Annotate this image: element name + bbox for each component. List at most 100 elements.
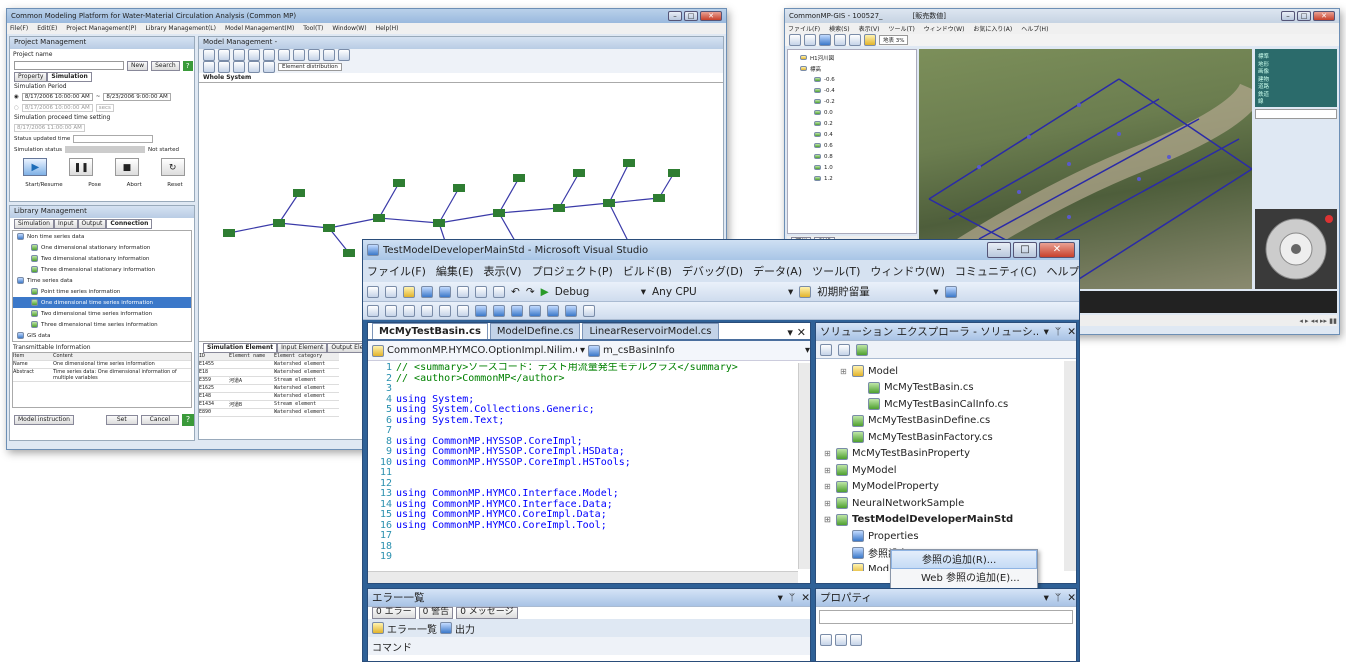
expand-icon[interactable]: ⊞ <box>824 499 832 508</box>
menu-item[interactable]: Library Management(L) <box>146 25 216 32</box>
menu-item[interactable]: データ(A) <box>753 263 802 279</box>
solution-item[interactable]: McMyTestBasinCalInfo.cs <box>816 396 1064 413</box>
maximize-button[interactable]: □ <box>684 11 698 21</box>
pin-icon[interactable]: ᛘ <box>1055 326 1061 338</box>
layer-item[interactable]: -0.6 <box>796 74 908 85</box>
undo-icon[interactable]: ↶ <box>511 286 520 298</box>
search-button[interactable]: Search <box>151 60 180 71</box>
model-element-node[interactable] <box>343 249 355 257</box>
layer-toggle[interactable]: 線 <box>1258 97 1334 105</box>
menu-item[interactable]: File(F) <box>10 25 28 32</box>
minimize-button[interactable]: – <box>668 11 682 21</box>
menu-item[interactable]: 検索(S) <box>829 24 850 33</box>
refresh-icon[interactable] <box>856 343 868 356</box>
tree-item[interactable]: GIS data <box>13 330 191 341</box>
model-element-node[interactable] <box>223 229 235 237</box>
model-element-node[interactable] <box>513 174 525 182</box>
project-name-select[interactable] <box>14 61 124 70</box>
menu-item[interactable]: ツール(T) <box>812 263 860 279</box>
show-all-files-icon[interactable] <box>838 343 850 356</box>
dropdown-icon[interactable]: ▾ <box>1044 592 1049 604</box>
properties-icon[interactable] <box>820 343 832 356</box>
model-element-node[interactable] <box>323 224 335 232</box>
solution-item[interactable]: Properties <box>816 528 1064 545</box>
menu-item[interactable]: ツール(T) <box>888 24 914 33</box>
menu-item[interactable]: ファイル(F) <box>788 24 820 33</box>
layer-item[interactable]: 0.8 <box>796 151 908 162</box>
vertical-scrollbar[interactable] <box>798 363 810 569</box>
menu-item[interactable]: Tool(T) <box>303 25 323 32</box>
tab-simulation[interactable]: Simulation <box>47 71 92 82</box>
menu-item[interactable]: デバッグ(D) <box>682 263 743 279</box>
model-element-node[interactable] <box>393 179 405 187</box>
layer-item[interactable]: 0.0 <box>796 107 908 118</box>
platform-select[interactable]: Any CPU <box>652 286 782 298</box>
start-resume-button[interactable]: ▶ <box>23 158 48 176</box>
chevron-down-icon[interactable]: ▾ <box>805 345 810 356</box>
layer-item[interactable]: 0.4 <box>796 129 908 140</box>
expand-icon[interactable]: ⊞ <box>824 482 832 491</box>
cancel-button[interactable]: Cancel <box>140 414 179 425</box>
unit-select[interactable]: secs <box>95 103 114 112</box>
chevron-down-icon[interactable]: ▾ <box>641 286 646 298</box>
tree-item[interactable]: Time series data <box>13 275 191 286</box>
menu-item[interactable]: ウィンドウ(W) <box>924 24 965 33</box>
pause-button[interactable]: ❚❚ <box>69 158 94 176</box>
redo-icon[interactable]: ↷ <box>526 286 535 298</box>
document-tab[interactable]: ModelDefine.cs <box>489 323 581 339</box>
gis-navigation-control[interactable] <box>1255 209 1337 289</box>
menu-item[interactable]: 編集(E) <box>436 263 474 279</box>
abort-button[interactable]: ■ <box>114 158 139 176</box>
chevron-down-icon[interactable]: ▾ <box>788 286 793 298</box>
document-tab[interactable]: McMyTestBasin.cs <box>372 323 488 339</box>
library-tab[interactable]: Output <box>77 218 107 229</box>
model-element-node[interactable] <box>493 209 505 217</box>
model-element-node[interactable] <box>273 219 285 227</box>
menu-item[interactable]: Window(W) <box>332 25 366 32</box>
second-date-field[interactable]: 8/17/2006 10:00:00 AM <box>21 103 93 112</box>
close-button[interactable]: ✕ <box>1313 11 1335 21</box>
model-element-node[interactable] <box>373 214 385 222</box>
solution-item[interactable]: ⊞ NeuralNetworkSample <box>816 495 1064 512</box>
tool-window-tab[interactable]: エラー一覧 <box>387 621 437 636</box>
properties-object-select[interactable] <box>819 610 1073 624</box>
table-row[interactable]: E1455 Watershed element <box>199 361 339 369</box>
solution-item[interactable]: ⊞ MyModelProperty <box>816 479 1064 496</box>
tree-item[interactable]: Three dimensional time series informatio… <box>13 319 191 330</box>
find-in-files-icon[interactable] <box>944 285 957 298</box>
tree-item[interactable]: Two dimensional time series information <box>13 308 191 319</box>
help-icon[interactable]: ? <box>182 413 194 426</box>
member-navigator[interactable]: m_csBasinInfo <box>603 345 802 356</box>
tree-item[interactable]: Non time series data <box>13 231 191 242</box>
table-row[interactable]: E148 Watershed element <box>199 393 339 401</box>
menu-item[interactable]: ファイル(F) <box>367 263 426 279</box>
chevron-down-icon[interactable]: ▾ <box>933 286 938 298</box>
tool-window-tab[interactable]: 出力 <box>455 621 475 636</box>
model-element-node[interactable] <box>653 194 665 202</box>
minimize-button[interactable]: – <box>1281 11 1295 21</box>
model-element-node[interactable] <box>553 204 565 212</box>
menu-item[interactable]: プロジェクト(P) <box>532 263 613 279</box>
library-tab[interactable]: Input <box>53 218 78 229</box>
layer-item[interactable]: 1.0 <box>796 162 908 173</box>
model-element-node[interactable] <box>573 169 585 177</box>
layer-select[interactable]: 地表 3% <box>879 35 909 45</box>
add-item-icon[interactable] <box>385 285 397 298</box>
layer-item[interactable]: -0.4 <box>796 85 908 96</box>
close-icon[interactable]: ✕ <box>1067 326 1076 338</box>
alphabetical-icon[interactable] <box>835 633 847 646</box>
help-icon[interactable]: ? <box>182 60 193 71</box>
tree-item[interactable]: Point time series information <box>13 286 191 297</box>
model-instruction-button[interactable]: Model instruction <box>14 414 74 425</box>
minimize-button[interactable]: – <box>987 242 1011 258</box>
model-element-node[interactable] <box>453 184 465 192</box>
layer-toggle[interactable]: 画像 <box>1258 67 1334 75</box>
menu-item[interactable]: お気に入り(A) <box>973 24 1012 33</box>
layer-toggle[interactable]: 地形 <box>1258 60 1334 68</box>
tab-whole-system[interactable]: Whole System <box>199 73 723 83</box>
layer-toggle[interactable]: 鉄道 <box>1258 90 1334 98</box>
model-element-node[interactable] <box>433 219 445 227</box>
add-reference-menu-item[interactable]: 参照の追加(R)... <box>891 550 1037 569</box>
end-date-field[interactable]: 8/23/2006 9:00:00 AM <box>103 92 171 101</box>
start-date-field[interactable]: 8/17/2006 10:00:00 AM <box>21 92 93 101</box>
